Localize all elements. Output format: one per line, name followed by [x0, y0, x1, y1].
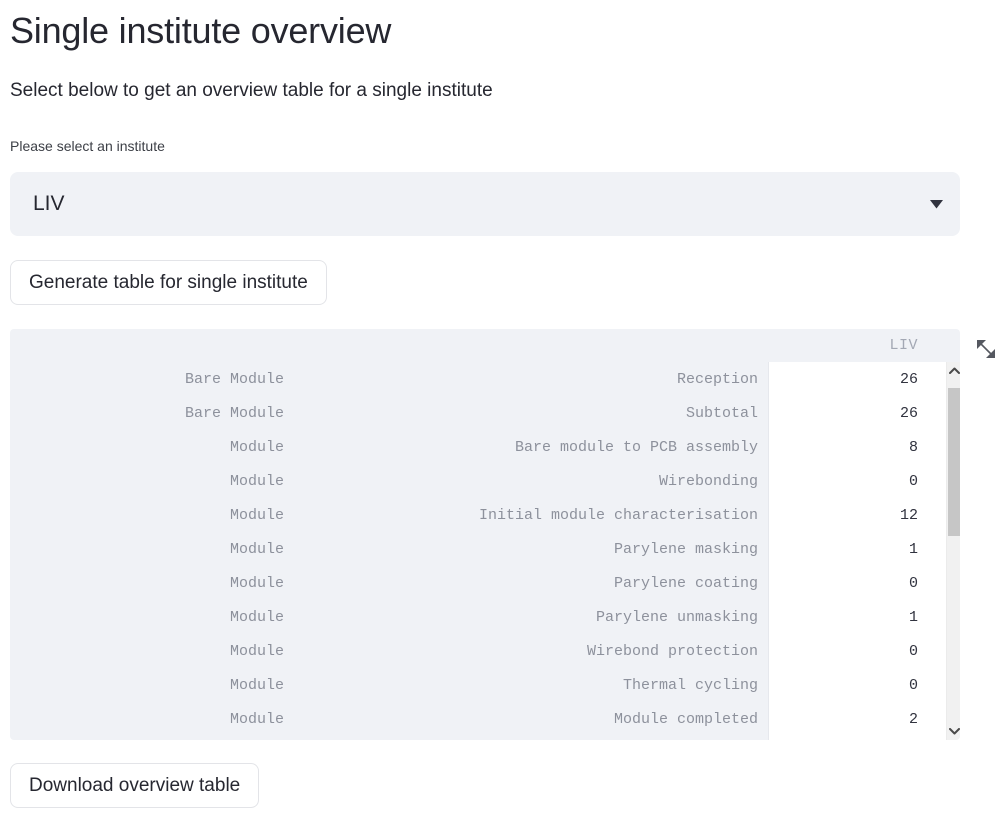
cell-value: 8 [908, 438, 918, 456]
cell-value: 0 [908, 642, 918, 660]
table-row: Module Initial module characterisation 12 [10, 498, 946, 532]
cell-value: 0 [908, 574, 918, 592]
table-rows: Bare Module Reception 26 Bare Module Subtota… [10, 362, 946, 736]
cell-value: 12 [899, 506, 918, 524]
cell-step: Wirebond protection [586, 642, 758, 660]
cell-group: Module [229, 642, 284, 660]
cell-step: Parylene unmasking [595, 608, 758, 626]
page-subtitle: Select below to get an overview table fo… [10, 80, 493, 101]
institute-select-label: Please select an institute [10, 138, 165, 154]
table-row: Module Module completed 2 [10, 702, 946, 736]
institute-select[interactable]: LIV [10, 172, 960, 236]
table-row: Module Wirebond protection 0 [10, 634, 946, 668]
cell-value: 2 [908, 710, 918, 728]
cell-step: Parylene coating [613, 574, 758, 592]
chevron-down-icon[interactable] [947, 723, 960, 740]
table-row: Module Wirebonding 0 [10, 464, 946, 498]
table-row: Bare Module Reception 26 [10, 362, 946, 396]
cell-step: Reception [676, 370, 758, 388]
cell-step: Wirebonding [658, 472, 758, 490]
cell-group: Module [229, 676, 284, 694]
cell-group: Module [229, 608, 284, 626]
table-body: Bare Module Reception 26 Bare Module Subtota… [10, 362, 960, 740]
chevron-up-icon[interactable] [947, 362, 960, 379]
page-title: Single institute overview [10, 10, 392, 51]
overview-table: LIV Bare Module Reception 26 Bare Module Sub… [10, 329, 960, 740]
cell-value: 26 [899, 404, 918, 422]
table-scrollbar[interactable] [946, 362, 960, 740]
cell-value: 0 [908, 472, 918, 490]
cell-value: 0 [908, 676, 918, 694]
cell-step: Subtotal [685, 404, 758, 422]
cell-step: Thermal cycling [622, 676, 758, 694]
table-row: Module Bare module to PCB assembly 8 [10, 430, 946, 464]
download-overview-button[interactable]: Download overview table [10, 763, 260, 808]
cell-group: Module [229, 574, 284, 592]
table-row: Module Parylene coating 0 [10, 566, 946, 600]
cell-group: Module [229, 438, 284, 456]
scrollbar-thumb[interactable] [948, 388, 960, 536]
cell-group: Module [229, 472, 284, 490]
cell-group: Module [229, 506, 284, 524]
table-column-header-liv: LIV [889, 337, 918, 354]
cell-value: 26 [899, 370, 918, 388]
cell-group: Module [229, 540, 284, 558]
table-row: Module Thermal cycling 0 [10, 668, 946, 702]
institute-select-value: LIV [33, 192, 65, 215]
cell-step: Initial module characterisation [478, 506, 758, 524]
cell-step: Parylene masking [613, 540, 758, 558]
cell-step: Module completed [613, 710, 758, 728]
expand-diagonal-icon[interactable] [975, 338, 997, 360]
cell-value: 1 [908, 608, 918, 626]
cell-value: 1 [908, 540, 918, 558]
table-row: Bare Module Subtotal 26 [10, 396, 946, 430]
cell-step: Bare module to PCB assembly [514, 438, 758, 456]
cell-group: Module [229, 710, 284, 728]
table-header-row: LIV [10, 329, 960, 362]
chevron-down-icon [913, 199, 959, 209]
app-root: Single institute overview Select below t… [0, 0, 1008, 820]
table-row: Module Parylene masking 1 [10, 532, 946, 566]
table-row: Module Parylene unmasking 1 [10, 600, 946, 634]
cell-group: Bare Module [184, 404, 284, 422]
generate-table-button[interactable]: Generate table for single institute [10, 260, 327, 305]
cell-group: Bare Module [184, 370, 284, 388]
